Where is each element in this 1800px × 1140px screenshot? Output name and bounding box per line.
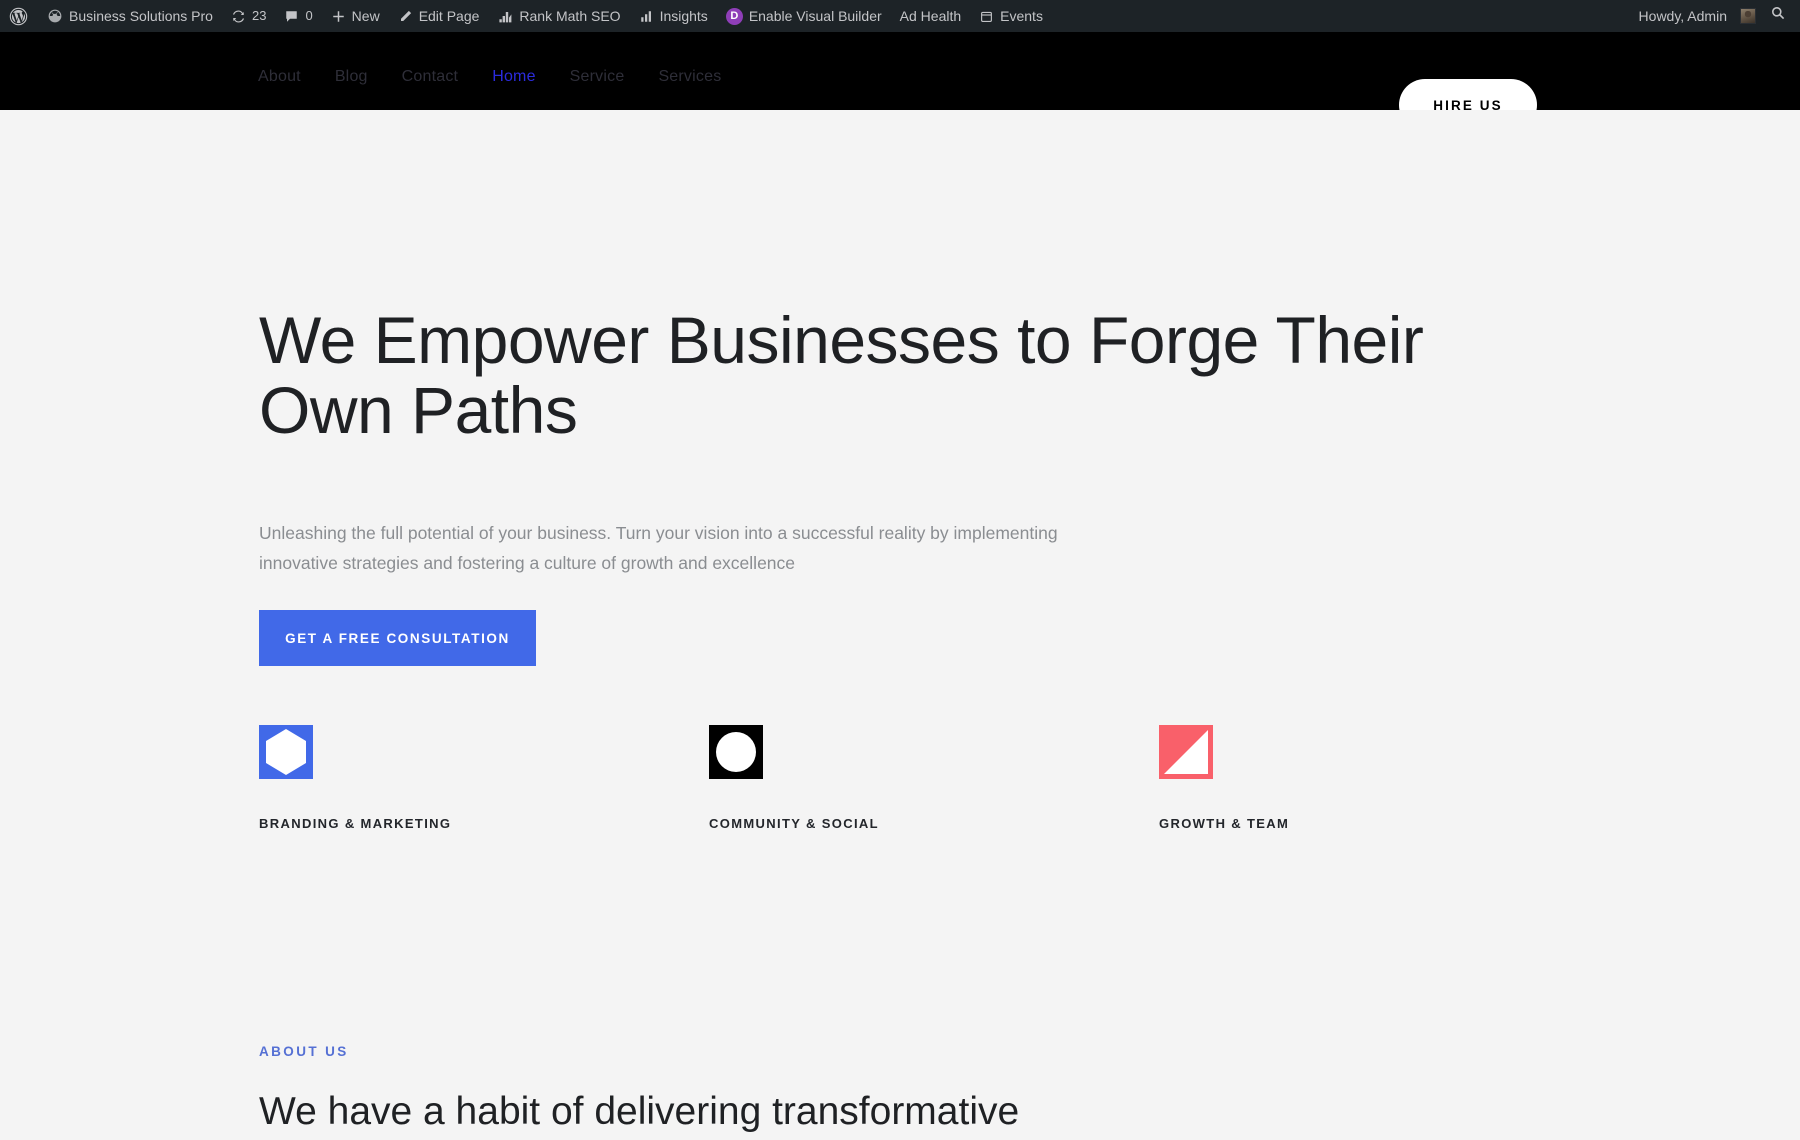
features-row: BRANDING & MARKETING COMMUNITY & SOCIAL … bbox=[259, 725, 1549, 831]
feature-item-branding[interactable]: BRANDING & MARKETING bbox=[259, 725, 709, 831]
nav-item-about[interactable]: About bbox=[258, 68, 318, 86]
hexagon-icon bbox=[259, 725, 313, 779]
plus-icon bbox=[331, 9, 346, 24]
rank-math-icon bbox=[497, 8, 513, 24]
about-eyebrow: ABOUT US bbox=[259, 1044, 349, 1059]
about-heading: We have a habit of delivering transforma… bbox=[259, 1090, 1020, 1133]
howdy-label: Howdy, Admin bbox=[1638, 8, 1727, 24]
feature-item-growth[interactable]: GROWTH & TEAM bbox=[1159, 725, 1549, 831]
circle-icon bbox=[709, 725, 763, 779]
events-label: Events bbox=[1000, 8, 1043, 24]
nav-item-services[interactable]: Services bbox=[641, 68, 738, 86]
pencil-icon bbox=[398, 9, 413, 24]
ad-health-label: Ad Health bbox=[899, 8, 962, 24]
admin-bar-enable-visual-builder[interactable]: D Enable Visual Builder bbox=[717, 0, 891, 32]
dashboard-icon bbox=[47, 8, 63, 24]
admin-bar-new-content[interactable]: New bbox=[322, 0, 389, 32]
visual-builder-label: Enable Visual Builder bbox=[748, 8, 882, 24]
feature-label-branding: BRANDING & MARKETING bbox=[259, 816, 452, 831]
wordpress-logo-icon bbox=[9, 7, 28, 26]
calendar-icon bbox=[979, 9, 994, 24]
admin-bar-comments[interactable]: 0 bbox=[275, 0, 321, 32]
nav-item-service[interactable]: Service bbox=[553, 68, 642, 86]
rank-math-label: Rank Math SEO bbox=[519, 8, 621, 24]
admin-bar-events[interactable]: Events bbox=[970, 0, 1052, 32]
nav-item-blog[interactable]: Blog bbox=[318, 68, 385, 86]
admin-bar-updates[interactable]: 23 bbox=[222, 0, 275, 32]
admin-bar-insights[interactable]: Insights bbox=[630, 0, 717, 32]
site-header: About Blog Contact Home Service Services… bbox=[0, 32, 1800, 131]
search-icon bbox=[1770, 5, 1786, 21]
updates-count: 23 bbox=[251, 8, 267, 23]
edit-page-label: Edit Page bbox=[418, 8, 480, 24]
primary-navigation: About Blog Contact Home Service Services bbox=[258, 68, 738, 86]
admin-bar-ad-health[interactable]: Ad Health bbox=[891, 0, 970, 32]
bar-chart-icon bbox=[639, 9, 654, 24]
page-body: We Empower Businesses to Forge Their Own… bbox=[0, 110, 1800, 1140]
wordpress-logo-menu[interactable] bbox=[0, 0, 38, 32]
admin-bar-rank-math[interactable]: Rank Math SEO bbox=[488, 0, 629, 32]
comments-count: 0 bbox=[305, 8, 313, 23]
admin-bar-search-button[interactable] bbox=[1758, 0, 1800, 32]
site-name-label: Business Solutions Pro bbox=[69, 8, 213, 24]
avatar bbox=[1740, 8, 1756, 24]
feature-item-community[interactable]: COMMUNITY & SOCIAL bbox=[709, 725, 1159, 831]
triangle-icon bbox=[1159, 725, 1213, 779]
circle-shape bbox=[716, 732, 756, 772]
hero-title: We Empower Businesses to Forge Their Own… bbox=[259, 303, 1424, 447]
admin-bar-my-account[interactable]: Howdy, Admin bbox=[1630, 0, 1758, 32]
feature-label-growth: GROWTH & TEAM bbox=[1159, 816, 1290, 831]
insights-label: Insights bbox=[659, 8, 708, 24]
feature-label-community: COMMUNITY & SOCIAL bbox=[709, 816, 879, 831]
hexagon-shape bbox=[266, 729, 306, 775]
admin-bar-edit-page[interactable]: Edit Page bbox=[389, 0, 489, 32]
nav-item-home[interactable]: Home bbox=[475, 68, 552, 86]
triangle-shape bbox=[1164, 730, 1208, 774]
divi-icon: D bbox=[725, 7, 743, 25]
nav-item-contact[interactable]: Contact bbox=[385, 68, 476, 86]
admin-bar-site-name[interactable]: Business Solutions Pro bbox=[38, 0, 222, 32]
hero-subtitle: Unleashing the full potential of your bu… bbox=[259, 523, 1058, 574]
comments-icon bbox=[284, 9, 299, 24]
wp-admin-bar: Business Solutions Pro 23 0 New Edit Pag… bbox=[0, 0, 1800, 32]
admin-bar-right-group: Howdy, Admin bbox=[1630, 0, 1800, 32]
new-content-label: New bbox=[351, 8, 380, 24]
updates-icon bbox=[231, 9, 246, 24]
get-free-consultation-button[interactable]: GET A FREE CONSULTATION bbox=[259, 610, 536, 666]
